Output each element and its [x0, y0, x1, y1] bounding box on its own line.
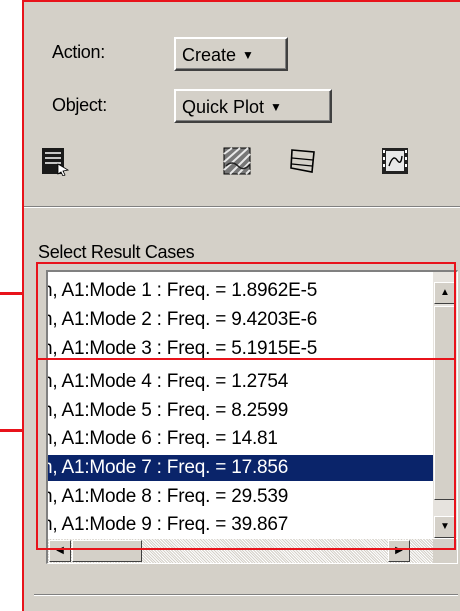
animation-icon[interactable] — [380, 146, 410, 176]
object-dropdown[interactable]: Quick Plot ▼ — [174, 89, 332, 123]
chevron-down-icon: ▼ — [270, 100, 282, 114]
deformation-plot-icon[interactable] — [288, 146, 318, 176]
annotation-box-high-freq — [36, 358, 456, 550]
object-value: Quick Plot — [182, 97, 265, 117]
fringe-plot-icon[interactable] — [222, 146, 252, 176]
object-label: Object: — [52, 95, 107, 115]
toolbar-separator — [24, 206, 460, 208]
group-frame-line — [34, 594, 458, 596]
chevron-down-icon: ▼ — [242, 48, 254, 62]
select-results-icon[interactable] — [40, 146, 70, 177]
action-label: Action: — [52, 42, 105, 62]
action-dropdown[interactable]: Create ▼ — [174, 37, 288, 71]
action-value: Create — [182, 45, 237, 65]
annotation-box-low-freq — [36, 262, 456, 360]
result-cases-title: Select Result Cases — [38, 242, 195, 262]
